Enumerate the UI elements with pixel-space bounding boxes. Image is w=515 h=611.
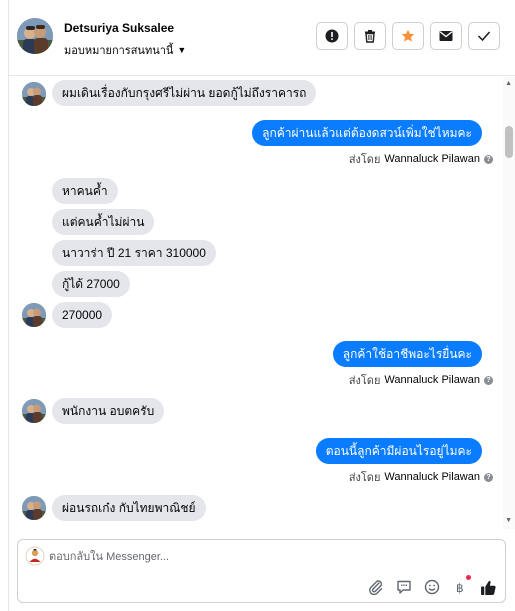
sender-avatar	[22, 303, 46, 327]
check-icon	[477, 31, 491, 42]
help-icon[interactable]: ?	[484, 154, 493, 164]
incoming-message[interactable]: พนักงาน อบตครับ	[52, 398, 165, 424]
sender-photo	[22, 399, 46, 423]
sent-by-label: ส่งโดย Wannaluck Pilawan ?	[349, 371, 493, 389]
trash-icon	[365, 30, 375, 43]
sender-photo	[22, 496, 46, 520]
sent-by-prefix: ส่งโดย	[348, 472, 381, 484]
emoji-button[interactable]	[423, 578, 441, 596]
incoming-message[interactable]: ผมเดินเรื่องกับกรุงศรีไม่ผ่าน ยอดกู้ไม่ถ…	[52, 80, 317, 106]
emoji-icon	[424, 579, 440, 595]
mark-done-button[interactable]	[468, 22, 500, 50]
sender-name[interactable]: Wannaluck Pilawan	[384, 471, 480, 483]
header-actions	[316, 22, 500, 50]
mark-unread-button[interactable]	[430, 22, 462, 50]
scroll-up-arrow-icon[interactable]: ▲	[505, 80, 512, 87]
notification-dot	[466, 575, 471, 580]
sender-avatar	[22, 82, 46, 106]
sender-photo	[22, 303, 46, 327]
assign-conversation-dropdown[interactable]: มอบหมายการสนทนานี้ ▼	[64, 41, 186, 59]
page-avatar	[25, 546, 45, 566]
thumbs-up-icon	[480, 580, 496, 595]
page-logo-icon	[25, 546, 45, 566]
incoming-message[interactable]: นาวาร่า ปี 21 ราคา 310000	[52, 240, 216, 266]
saved-replies-button[interactable]	[395, 578, 413, 596]
outgoing-message[interactable]: ลูกค้าใช้อาชีพอะไรยื่นคะ	[332, 341, 482, 367]
contact-name[interactable]: Detsuriya Suksalee	[64, 21, 174, 35]
contact-photo	[17, 18, 53, 54]
composer-toolbar: ฿	[367, 575, 497, 596]
incoming-message[interactable]: แต่คนค้ำไม่ผ่าน	[52, 209, 155, 235]
star-icon	[401, 29, 415, 42]
request-payment-button[interactable]: ฿	[451, 575, 471, 596]
sent-by-label: ส่งโดย Wannaluck Pilawan ?	[349, 150, 493, 168]
contact-avatar[interactable]	[17, 18, 53, 54]
sender-photo	[22, 82, 46, 106]
help-icon[interactable]: ?	[484, 472, 493, 482]
caret-down-icon: ▼	[177, 45, 187, 55]
sender-avatar	[22, 399, 46, 423]
sender-name[interactable]: Wannaluck Pilawan	[384, 374, 480, 386]
incoming-message[interactable]: 270000	[52, 302, 113, 328]
mark-spam-button[interactable]	[316, 22, 348, 50]
scrollbar-thumb[interactable]	[505, 126, 513, 158]
svg-text:฿: ฿	[456, 581, 464, 595]
incoming-message[interactable]: ผ่อนรถเก๋ง กับไทยพาณิชย์	[52, 495, 206, 521]
paperclip-icon	[369, 580, 383, 595]
conversation-panel: Detsuriya Suksalee มอบหมายการสนทนานี้ ▼	[8, 0, 515, 611]
payment-icon: ฿	[456, 581, 464, 595]
reply-input[interactable]	[49, 549, 349, 565]
saved-reply-icon	[397, 580, 411, 594]
envelope-icon	[439, 31, 453, 41]
assign-label: มอบหมายการสนทนานี้	[64, 45, 174, 57]
sent-by-prefix: ส่งโดย	[348, 375, 381, 387]
alert-circle-icon	[325, 29, 339, 43]
sent-by-label: ส่งโดย Wannaluck Pilawan ?	[349, 468, 493, 486]
send-like-button[interactable]	[479, 578, 497, 596]
star-button[interactable]	[392, 22, 424, 50]
sent-by-prefix: ส่งโดย	[348, 154, 381, 166]
conversation-header: Detsuriya Suksalee มอบหมายการสนทนานี้ ▼	[9, 0, 515, 76]
delete-button[interactable]	[354, 22, 386, 50]
incoming-message[interactable]: หาคนค้ำ	[52, 178, 118, 204]
outgoing-message[interactable]: ลูกค้าผ่านแล้วแต่ต้องดสวน์เพิ่มใช่ไหมคะ	[252, 120, 482, 146]
message-list[interactable]: ผมเดินเรื่องกับกรุงศรีไม่ผ่าน ยอดกู้ไม่ถ…	[9, 77, 515, 529]
outgoing-message[interactable]: ตอนนี้ลูกค้ามีผ่อนไรอยู่ไมคะ	[315, 438, 482, 464]
incoming-message[interactable]: กู้ได้ 27000	[52, 271, 130, 297]
scroll-down-arrow-icon[interactable]: ▼	[505, 517, 512, 524]
sender-name[interactable]: Wannaluck Pilawan	[384, 153, 480, 165]
reply-composer: ฿	[17, 539, 506, 603]
sender-avatar	[22, 496, 46, 520]
attach-file-button[interactable]	[367, 578, 385, 596]
help-icon[interactable]: ?	[484, 375, 493, 385]
